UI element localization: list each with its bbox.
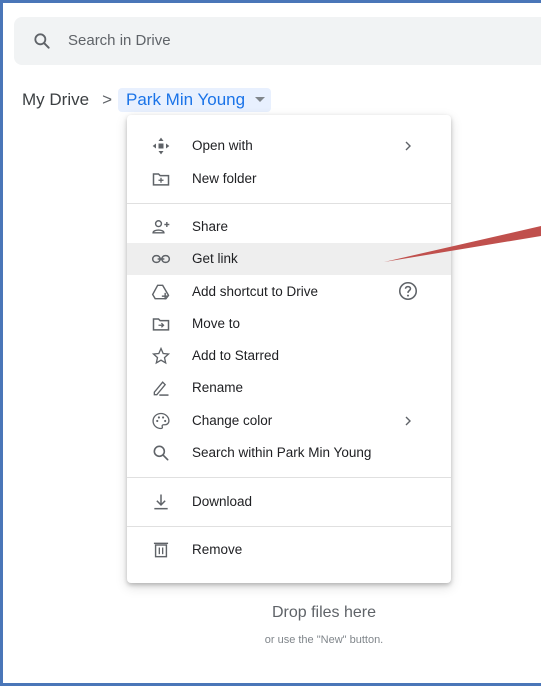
menu-item-new-folder[interactable]: New folder [127, 163, 451, 195]
menu-item-label: Rename [192, 380, 244, 395]
new-folder-icon [152, 173, 170, 186]
menu-item-search-within[interactable]: Search within Park Min Young [127, 437, 451, 469]
menu-item-remove[interactable]: Remove [127, 534, 451, 566]
empty-state-title: Drop files here [271, 604, 377, 621]
search-icon[interactable] [32, 31, 52, 51]
menu-item-label: Search within Park Min Young [192, 445, 372, 460]
menu-divider [127, 526, 451, 527]
breadcrumb: My Drive > Park Min Young [22, 88, 272, 112]
menu-item-label: Add shortcut to Drive [192, 284, 319, 299]
search-input[interactable]: Search in Drive [68, 32, 171, 49]
menu-divider [127, 477, 451, 478]
chevron-right-icon [405, 416, 411, 426]
rename-pencil-icon [153, 381, 169, 396]
menu-item-label: Download [192, 494, 253, 509]
empty-state-subtitle: or use the "New" button. [264, 634, 384, 646]
menu-item-change-color[interactable]: Change color [127, 405, 451, 437]
menu-item-label: Move to [192, 316, 241, 331]
menu-item-label: Change color [192, 413, 273, 428]
help-icon[interactable] [397, 280, 419, 302]
menu-item-rename[interactable]: Rename [127, 372, 451, 404]
trash-icon [153, 542, 169, 558]
caret-down-icon [255, 97, 266, 102]
menu-item-label: Add to Starred [192, 348, 280, 363]
menu-item-label: Share [192, 219, 229, 234]
menu-item-get-link[interactable]: Get link [127, 243, 451, 275]
menu-item-move-to[interactable]: Move to [127, 308, 451, 340]
menu-item-label: Remove [192, 542, 243, 557]
search-icon [153, 445, 169, 461]
link-icon [151, 254, 171, 264]
menu-item-label: Get link [192, 251, 238, 266]
palette-icon [152, 412, 170, 430]
menu-item-add-to-starred[interactable]: Add to Starred [127, 340, 451, 372]
breadcrumb-my-drive[interactable]: My Drive [22, 90, 89, 110]
menu-item-download[interactable]: Download [127, 486, 451, 518]
star-icon [151, 346, 171, 365]
menu-item-label: Open with [192, 138, 253, 153]
menu-item-label: New folder [192, 171, 257, 186]
open-with-icon [152, 137, 170, 155]
menu-item-open-with[interactable]: Open with [127, 130, 451, 162]
add-shortcut-icon [151, 284, 170, 300]
breadcrumb-current-label: Park Min Young [126, 90, 246, 109]
menu-item-share[interactable]: Share [127, 211, 451, 243]
search-bar[interactable]: Search in Drive [14, 17, 541, 65]
chevron-right-icon [405, 141, 411, 151]
download-icon [154, 494, 168, 510]
menu-divider [127, 203, 451, 204]
share-person-add-icon [152, 220, 170, 234]
breadcrumb-current-folder[interactable]: Park Min Young [118, 88, 272, 112]
folder-context-menu: Open with New folder Share Get link Add … [127, 115, 451, 583]
move-to-icon [152, 318, 170, 331]
menu-item-add-shortcut[interactable]: Add shortcut to Drive [127, 276, 451, 308]
breadcrumb-separator: > [102, 90, 112, 109]
